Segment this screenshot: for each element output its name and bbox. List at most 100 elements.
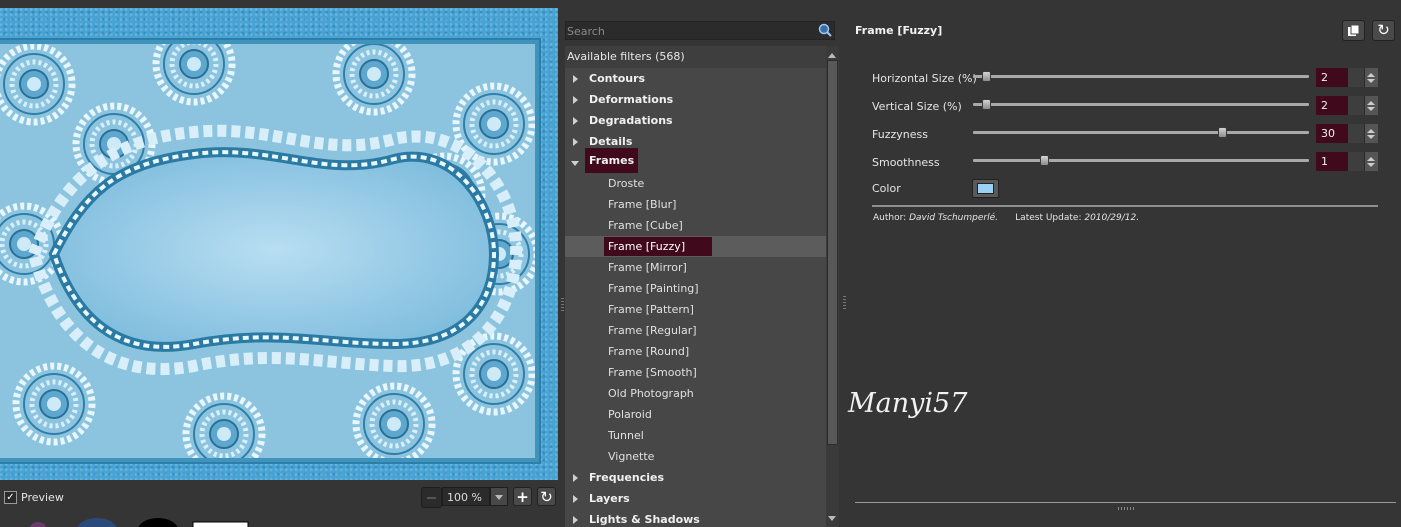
param-label: Fuzzyness xyxy=(872,128,928,141)
category-label: Frames xyxy=(585,148,639,173)
preview-checkbox[interactable]: ✓ xyxy=(4,491,17,504)
category-label: Degradations xyxy=(589,114,673,127)
expand-arrow-icon[interactable] xyxy=(573,474,578,482)
filter-label: Frame [Painting] xyxy=(608,282,699,295)
filter-label: Old Photograph xyxy=(608,387,694,400)
panel-bottom-line xyxy=(855,502,1396,503)
update-label: Latest Update: xyxy=(1015,213,1082,223)
param-spinbox[interactable]: 2 xyxy=(1316,68,1378,87)
tree-category-frames[interactable]: Frames xyxy=(565,148,826,173)
scroll-thumb[interactable] xyxy=(827,60,838,445)
spinbox-arrows-icon[interactable] xyxy=(1364,124,1378,143)
param-spinbox[interactable]: 2 xyxy=(1316,96,1378,115)
refresh-icon: ↻ xyxy=(1377,21,1390,39)
watermark-signature: Manyi57 xyxy=(848,388,968,419)
expand-arrow-icon[interactable] xyxy=(573,495,578,503)
bottom-thumbnails xyxy=(30,518,249,527)
filter-label: Polaroid xyxy=(608,408,652,421)
search-icon[interactable] xyxy=(818,23,832,37)
tree-category[interactable]: Deformations xyxy=(565,89,826,110)
copy-icon xyxy=(1348,24,1360,36)
preview-canvas[interactable] xyxy=(0,8,558,480)
spinbox-value[interactable]: 2 xyxy=(1316,68,1348,87)
category-label: Contours xyxy=(589,72,646,85)
filter-label: Vignette xyxy=(608,450,655,463)
filter-label: Frame [Cube] xyxy=(608,219,683,232)
tree-item[interactable]: Frame [Smooth] xyxy=(565,362,826,383)
slider-handle[interactable] xyxy=(982,99,992,110)
tree-item[interactable]: Frame [Blur] xyxy=(565,194,826,215)
slider-handle[interactable] xyxy=(1217,127,1227,138)
filter-label: Tunnel xyxy=(608,429,644,442)
tree-item[interactable]: Tunnel xyxy=(565,425,826,446)
filter-tree-header: Available filters (568) xyxy=(565,46,826,68)
scroll-up-icon[interactable] xyxy=(828,49,836,58)
expand-arrow-icon[interactable] xyxy=(573,117,578,125)
author-label: Author: xyxy=(873,213,907,223)
author-name: David Tschumperlé. xyxy=(909,213,998,223)
spinbox-spacer xyxy=(1348,152,1364,171)
scroll-down-icon[interactable] xyxy=(828,516,836,525)
spinbox-spacer xyxy=(1348,68,1364,87)
tree-item[interactable]: Vignette xyxy=(565,446,826,467)
filter-label: Frame [Mirror] xyxy=(608,261,687,274)
param-slider[interactable] xyxy=(973,155,1309,166)
category-label: Frequencies xyxy=(589,471,664,484)
splitter-handle-left[interactable] xyxy=(561,298,564,312)
tree-item[interactable]: Polaroid xyxy=(565,404,826,425)
tree-item[interactable]: Frame [Round] xyxy=(565,341,826,362)
spinbox-value[interactable]: 2 xyxy=(1316,96,1348,115)
copy-to-clipboard-button[interactable] xyxy=(1342,20,1365,41)
zoom-out-button[interactable] xyxy=(421,487,442,508)
slider-handle[interactable] xyxy=(1039,155,1049,166)
tree-item[interactable]: Frame [Mirror] xyxy=(565,257,826,278)
refresh-icon[interactable]: ↻ xyxy=(537,487,556,506)
tree-category[interactable]: Layers xyxy=(565,488,826,509)
spinbox-arrows-icon[interactable] xyxy=(1364,96,1378,115)
tree-item-selected[interactable]: Frame [Fuzzy] xyxy=(565,236,826,257)
slider-handle[interactable] xyxy=(982,71,992,82)
tree-category[interactable]: Lights & Shadows xyxy=(565,509,826,527)
expand-arrow-icon[interactable] xyxy=(573,96,578,104)
tree-item[interactable]: Frame [Pattern] xyxy=(565,299,826,320)
spinbox-arrows-icon[interactable] xyxy=(1364,68,1378,87)
param-spinbox[interactable]: 1 xyxy=(1316,152,1378,171)
color-picker-button[interactable] xyxy=(972,179,999,198)
expand-arrow-icon[interactable] xyxy=(573,138,578,146)
spinbox-value[interactable]: 30 xyxy=(1316,124,1348,143)
filter-label: Frame [Fuzzy] xyxy=(604,237,712,256)
splitter-handle-right[interactable] xyxy=(843,296,846,310)
param-slider[interactable] xyxy=(973,71,1309,82)
spinbox-value[interactable]: 1 xyxy=(1316,152,1348,171)
reset-parameters-button[interactable]: ↻ xyxy=(1372,20,1395,41)
tree-category[interactable]: Degradations xyxy=(565,110,826,131)
category-label: Lights & Shadows xyxy=(589,513,700,526)
filter-label: Frame [Smooth] xyxy=(608,366,697,379)
search-input[interactable] xyxy=(567,24,807,38)
param-label: Smoothness xyxy=(872,156,940,169)
param-label: Horizontal Size (%) xyxy=(872,72,977,85)
tree-category[interactable]: Frequencies xyxy=(565,467,826,488)
tree-item[interactable]: Old Photograph xyxy=(565,383,826,404)
separator xyxy=(872,205,1378,207)
bottom-splitter-handle[interactable] xyxy=(1118,507,1136,510)
tree-category[interactable]: Contours xyxy=(565,68,826,89)
tree-item[interactable]: Frame [Regular] xyxy=(565,320,826,341)
zoom-dropdown-button[interactable] xyxy=(490,487,508,506)
color-swatch xyxy=(977,183,994,194)
spinbox-arrows-icon[interactable] xyxy=(1364,152,1378,171)
tree-item[interactable]: Frame [Painting] xyxy=(565,278,826,299)
param-slider[interactable] xyxy=(973,127,1309,138)
tree-item[interactable]: Frame [Cube] xyxy=(565,215,826,236)
param-spinbox[interactable]: 30 xyxy=(1316,124,1378,143)
filter-tree-scrollbar[interactable] xyxy=(826,46,839,527)
zoom-input[interactable]: 100 % xyxy=(442,487,490,506)
collapse-arrow-icon[interactable] xyxy=(571,161,579,166)
filter-label: Frame [Blur] xyxy=(608,198,677,211)
expand-arrow-icon[interactable] xyxy=(573,75,578,83)
zoom-in-button[interactable]: + xyxy=(513,487,532,506)
param-slider[interactable] xyxy=(973,99,1309,110)
tree-item[interactable]: Droste xyxy=(565,173,826,194)
expand-arrow-icon[interactable] xyxy=(573,516,578,524)
filter-tree[interactable]: Available filters (568) Contours Deformat… xyxy=(565,46,826,527)
